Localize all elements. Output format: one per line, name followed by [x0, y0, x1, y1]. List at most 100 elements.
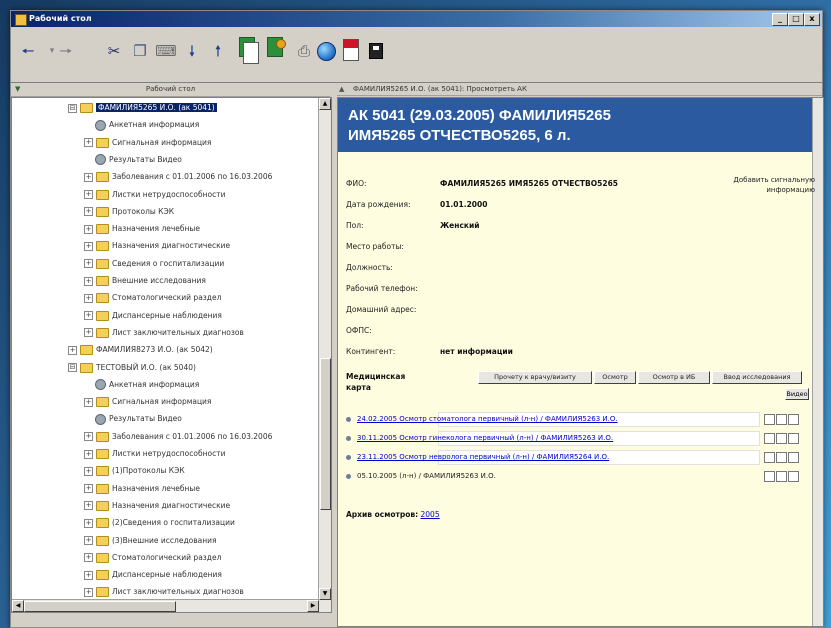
tree-item[interactable]: + Диспансерные наблюдения	[84, 310, 222, 322]
visit-button[interactable]: Прочету к врачу/визиту	[478, 371, 592, 384]
expand-icon[interactable]: +	[84, 466, 93, 476]
tree-item[interactable]: + (1)Протоколы КЭК	[84, 465, 185, 477]
video-button[interactable]: Видео	[785, 388, 809, 400]
record-link[interactable]: 23.11.2005 Осмотр невролога первичный (л…	[357, 453, 609, 461]
collapse-icon[interactable]: ⊟	[68, 103, 77, 113]
expand-icon[interactable]: +	[84, 293, 93, 303]
scroll-down-button[interactable]: ▼	[319, 588, 331, 600]
arrow-back-icon[interactable]: 🠔	[17, 40, 39, 62]
minimize-button[interactable]: _	[772, 13, 788, 26]
tree-item[interactable]: + Назначения диагностические	[84, 240, 230, 252]
tree-item[interactable]: + (2)Сведения о госпитализации	[84, 517, 235, 529]
tree-item[interactable]: + Сигнальная информация	[84, 396, 211, 408]
expand-icon[interactable]: +	[84, 172, 93, 182]
expand-icon[interactable]: +	[84, 224, 93, 234]
tree-item[interactable]: + ФАМИЛИЯ8273 И.О. (ак 5042)	[68, 344, 213, 356]
record-edit-icon[interactable]	[776, 471, 787, 482]
record-link[interactable]: 05.10.2005 (л-н) / ФАМИЛИЯ5263 И.О.	[357, 472, 496, 480]
expand-icon[interactable]: +	[84, 570, 93, 580]
expand-icon[interactable]: +	[84, 397, 93, 407]
tree-item[interactable]: ⊟ ФАМИЛИЯ5265 И.О. (ак 5041)	[68, 102, 217, 114]
tree-item[interactable]: Результаты Видео	[84, 154, 182, 166]
expand-icon[interactable]: +	[84, 432, 93, 442]
archive-year-link[interactable]: 2005	[421, 510, 440, 519]
exam-button[interactable]: Осмотр	[594, 371, 636, 384]
tree-item[interactable]: + Назначения лечебные	[84, 223, 200, 235]
record-link[interactable]: 30.11.2005 Осмотр гинеколога первичный (…	[357, 434, 613, 442]
expand-icon[interactable]: +	[84, 241, 93, 251]
arrow-forward-icon[interactable]: 🠖	[55, 40, 77, 62]
maximize-button[interactable]: □	[788, 13, 804, 26]
collapse-icon[interactable]: ⊟	[68, 363, 77, 372]
tree-item[interactable]: ⊟ ТЕСТОВЫЙ И.О. (ак 5040)	[68, 362, 196, 374]
record-delete-icon[interactable]	[788, 452, 799, 463]
paste-icon[interactable]: ⌨	[155, 40, 177, 62]
expand-icon[interactable]: +	[84, 553, 93, 563]
expand-icon[interactable]: +	[84, 518, 93, 528]
expand-icon[interactable]: +	[84, 449, 93, 459]
expand-icon[interactable]: +	[84, 207, 93, 217]
tree-item[interactable]: + Сведения о госпитализации	[84, 258, 224, 270]
filter-icon[interactable]: ▼	[15, 83, 20, 96]
close-button[interactable]: x	[804, 13, 820, 26]
tree-item[interactable]: + Назначения диагностические	[84, 500, 230, 512]
tree-item[interactable]: + (3)Внешние исследования	[84, 535, 217, 547]
expand-icon[interactable]: +	[84, 536, 93, 545]
tree-item[interactable]: + Лист заключительных диагнозов	[84, 586, 244, 598]
tree-item[interactable]: + Заболевания с 01.01.2006 по 16.03.2006	[84, 431, 272, 443]
copy-icon[interactable]: ❐	[129, 40, 151, 62]
record-view-icon[interactable]	[764, 414, 775, 425]
tree-item[interactable]: Анкетная информация	[84, 119, 199, 131]
documents-icon[interactable]	[239, 37, 259, 64]
tree-item[interactable]: + Стоматологический раздел	[84, 292, 221, 304]
record-view-icon[interactable]	[764, 452, 775, 463]
expand-icon[interactable]: +	[84, 259, 93, 269]
tree-item[interactable]: Анкетная информация	[84, 379, 199, 391]
globe-icon[interactable]	[317, 42, 336, 61]
scroll-up-button[interactable]: ▲	[319, 98, 331, 110]
record-view-icon[interactable]	[764, 433, 775, 444]
arrow-up-icon[interactable]: 🠕	[207, 40, 229, 62]
black-box-icon[interactable]	[369, 43, 383, 59]
exam-ib-button[interactable]: Осмотр в ИБ	[638, 371, 710, 384]
record-delete-icon[interactable]	[788, 433, 799, 444]
red-document-icon[interactable]	[342, 37, 360, 61]
tree-item[interactable]: + Внешние исследования	[84, 275, 206, 287]
expand-icon[interactable]: +	[84, 484, 93, 494]
print-icon[interactable]: ⎙	[293, 40, 315, 62]
tree-item[interactable]: + Стоматологический раздел	[84, 552, 221, 564]
record-edit-icon[interactable]	[776, 452, 787, 463]
tree-item[interactable]: Результаты Видео	[84, 413, 182, 425]
tree-item[interactable]: + Листки нетрудоспособности	[84, 448, 225, 460]
record-link[interactable]: 24.02.2005 Осмотр стоматолога первичный …	[357, 415, 618, 423]
scissors-icon[interactable]: ✂	[103, 40, 125, 62]
add-research-button[interactable]: Ввод исследования	[712, 371, 802, 384]
pin-icon[interactable]: ▲	[339, 83, 344, 96]
record-view-icon[interactable]	[764, 471, 775, 482]
hscroll-thumb[interactable]	[24, 601, 176, 612]
tree-item[interactable]: + Сигнальная информация	[84, 137, 211, 149]
tree-item[interactable]: + Протоколы КЭК	[84, 206, 174, 218]
record-edit-icon[interactable]	[776, 433, 787, 444]
expand-icon[interactable]: +	[84, 328, 93, 338]
tree-item[interactable]: + Листки нетрудоспособности	[84, 189, 225, 201]
export-icon[interactable]	[267, 37, 286, 61]
scroll-thumb[interactable]	[320, 358, 331, 510]
expand-icon[interactable]: +	[84, 501, 93, 511]
scroll-right-button[interactable]: ▶	[307, 600, 319, 612]
expand-icon[interactable]: +	[84, 190, 93, 199]
expand-icon[interactable]: +	[68, 345, 77, 355]
tree-vertical-scrollbar[interactable]: ▲ ▼	[318, 98, 331, 612]
tree-horizontal-scrollbar[interactable]: ◀ ▶	[12, 599, 319, 612]
tree-item[interactable]: + Лист заключительных диагнозов	[84, 327, 244, 339]
expand-icon[interactable]: +	[84, 276, 93, 286]
record-edit-icon[interactable]	[776, 414, 787, 425]
expand-icon[interactable]: +	[84, 138, 93, 148]
tree-item[interactable]: + Назначения лечебные	[84, 483, 200, 495]
scroll-left-button[interactable]: ◀	[12, 600, 24, 612]
add-signal-info-link[interactable]: Добавить сигнальную информацию	[705, 175, 815, 195]
record-delete-icon[interactable]	[788, 471, 799, 482]
expand-icon[interactable]: +	[84, 587, 93, 597]
record-delete-icon[interactable]	[788, 414, 799, 425]
expand-icon[interactable]: +	[84, 311, 93, 321]
